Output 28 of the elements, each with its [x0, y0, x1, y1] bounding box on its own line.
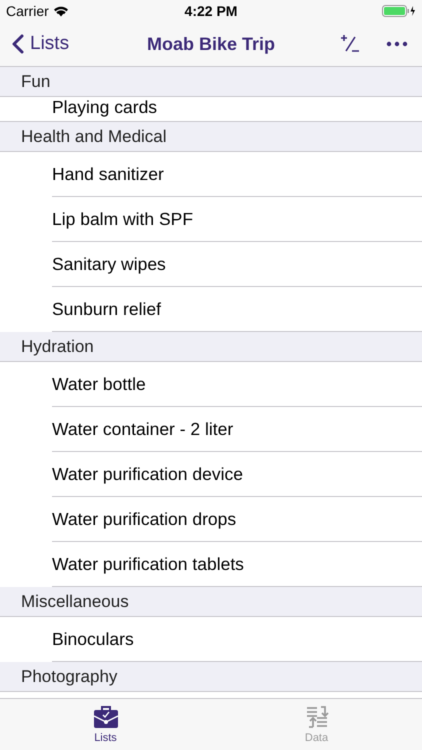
- section-header: Health and Medical: [0, 122, 422, 152]
- tab[interactable]: Lists: [0, 699, 211, 750]
- list-item[interactable]: Water purification drops: [52, 509, 236, 530]
- list-item[interactable]: Binoculars: [52, 629, 134, 650]
- section-header: Hydration: [0, 332, 422, 362]
- list-item[interactable]: Water bottle: [52, 374, 146, 395]
- list-item[interactable]: Sanitary wipes: [52, 254, 166, 275]
- more-icon[interactable]: [386, 41, 408, 47]
- nav-title: Moab Bike Trip: [146, 34, 276, 54]
- chevron-left-icon: [12, 34, 24, 54]
- status-time: 4:22 PM: [184, 3, 238, 19]
- section-header: Fun: [0, 67, 422, 97]
- wifi-icon: [52, 5, 69, 17]
- section-header: Photography: [0, 662, 422, 692]
- briefcase-icon: [92, 705, 118, 729]
- list-item[interactable]: Hand sanitizer: [52, 164, 164, 185]
- list-item[interactable]: Playing cards: [52, 97, 158, 118]
- back-button[interactable]: Lists: [12, 33, 70, 55]
- list-item[interactable]: Water purification tablets: [52, 554, 244, 575]
- list-item[interactable]: Sunburn relief: [52, 299, 161, 320]
- list-item[interactable]: Water container - 2 liter: [52, 419, 234, 440]
- plus-minus-icon[interactable]: [340, 34, 360, 54]
- sort-lines-icon: [304, 705, 328, 729]
- list-item[interactable]: Water purification device: [52, 464, 243, 485]
- section-header: Miscellaneous: [0, 587, 422, 617]
- list-item[interactable]: Lip balm with SPF: [52, 209, 194, 230]
- carrier-name: Carrier: [6, 3, 49, 19]
- battery-icon: [382, 5, 416, 17]
